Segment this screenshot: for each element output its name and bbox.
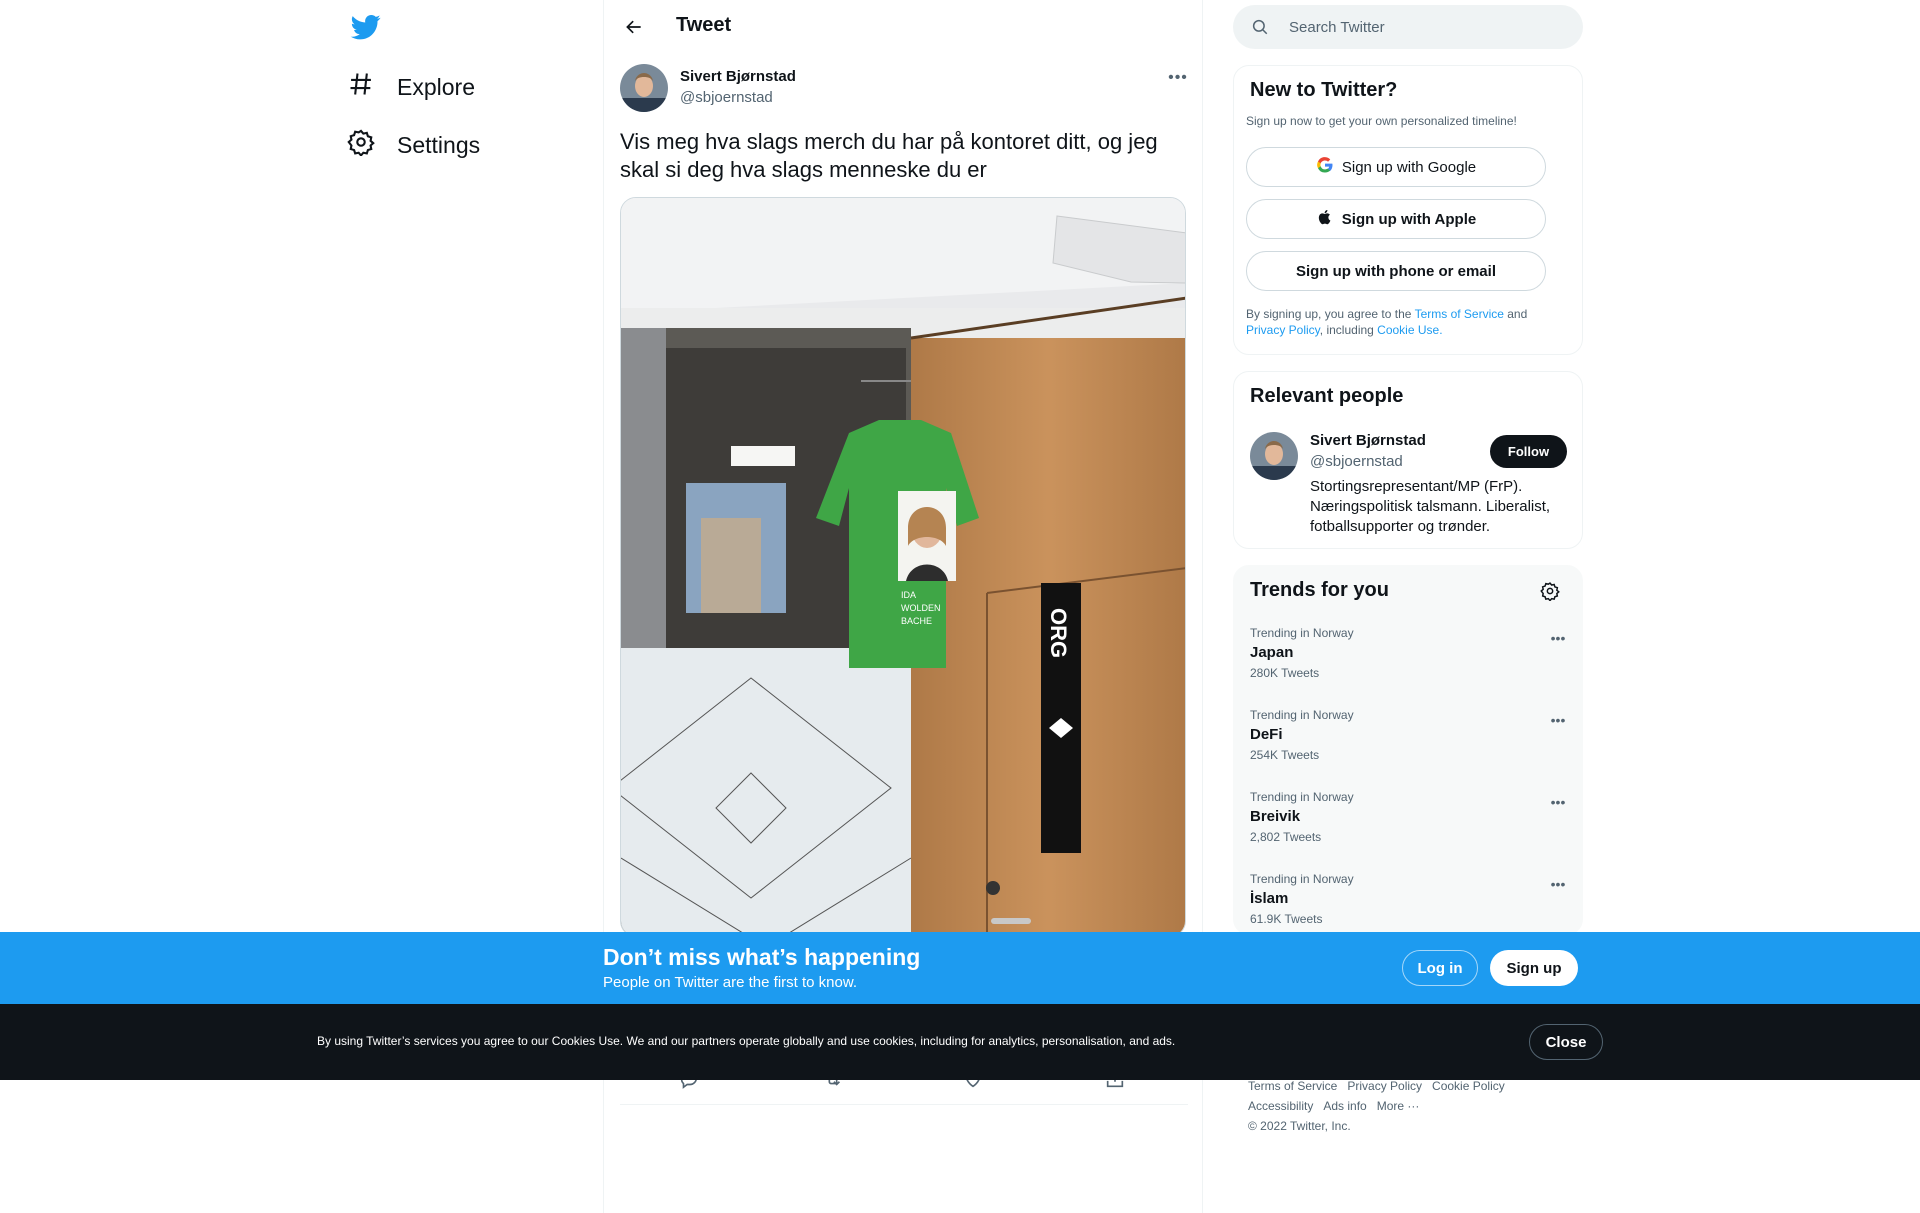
tweet-text: Vis meg hva slags merch du har på kontor… (620, 129, 1158, 182)
person-avatar[interactable] (1250, 432, 1298, 480)
relevant-people-card: Relevant people Sivert Bjørnstad @sbjoer… (1233, 371, 1583, 549)
author-avatar[interactable] (620, 64, 668, 112)
scarf-text: ORG (1046, 608, 1071, 658)
trend-name: DeFi (1250, 726, 1283, 743)
trend-context: Trending in Norway (1250, 708, 1354, 722)
shirt-text-2: WOLDEN (901, 603, 941, 613)
signup-apple-button[interactable]: Sign up with Apple (1246, 199, 1546, 239)
trends-card: Trends for you Trending in Norway Japan … (1233, 565, 1583, 935)
legal-and: and (1503, 307, 1528, 321)
person-bio: Stortingsrepresentant/MP (FrP). Næringsp… (1310, 478, 1551, 535)
trend-context: Trending in Norway (1250, 626, 1354, 640)
search-bar[interactable] (1233, 5, 1583, 49)
trend-name: İslam (1250, 890, 1289, 907)
search-icon (1251, 18, 1269, 36)
new-to-twitter-subtitle: Sign up now to get your own personalized… (1246, 114, 1517, 128)
more-options-icon[interactable]: ••• (1164, 66, 1192, 90)
banner-title: Don’t miss what’s happening (603, 944, 921, 970)
trend-count: 280K Tweets (1250, 666, 1320, 680)
footer-accessibility-link[interactable]: Accessibility (1248, 1099, 1313, 1113)
page-title: Tweet (676, 14, 732, 36)
person-handle[interactable]: @sbjoernstad (1310, 453, 1403, 470)
copyright: © 2022 Twitter, Inc. (1248, 1119, 1351, 1133)
signup-button[interactable]: Sign up (1490, 950, 1578, 986)
shirt-text-1: IDA (901, 590, 916, 600)
apple-icon (1316, 208, 1334, 230)
shirt-text-3: BACHE (901, 616, 932, 626)
signup-phone-label: Sign up with phone or email (1295, 262, 1496, 280)
legal-including: , including (1319, 323, 1378, 337)
new-to-twitter-title: New to Twitter? (1250, 79, 1398, 101)
footer-more-link[interactable]: More ··· (1377, 1099, 1420, 1113)
tweet-photo[interactable]: IDA WOLDEN BACHE ORG (620, 197, 1186, 937)
legal-prefix: By signing up, you agree to the (1246, 307, 1415, 321)
google-icon (1316, 156, 1334, 178)
office-photo-illustration: IDA WOLDEN BACHE ORG (621, 198, 1185, 936)
person-name[interactable]: Sivert Bjørnstad (1310, 432, 1426, 449)
signup-google-button[interactable]: Sign up with Google (1246, 147, 1546, 187)
cookie-close-button[interactable]: Close (1529, 1024, 1603, 1060)
author-handle[interactable]: @sbjoernstad (680, 89, 773, 106)
trend-name: Breivik (1250, 808, 1301, 825)
relevant-people-title: Relevant people (1250, 385, 1404, 407)
more-options-icon[interactable]: ••• (1546, 710, 1570, 730)
nav-explore[interactable]: Explore (347, 61, 475, 113)
trend-item[interactable]: Trending in Norway Breivik 2,802 Tweets … (1250, 790, 1570, 860)
login-button[interactable]: Log in (1402, 950, 1478, 986)
legal-text: By signing up, you agree to the Terms of… (1246, 306, 1566, 338)
author-name[interactable]: Sivert Bjørnstad (680, 68, 796, 85)
trends-settings-gear-icon[interactable] (1540, 581, 1564, 605)
trend-context: Trending in Norway (1250, 872, 1354, 886)
divider (620, 1104, 1188, 1105)
footer-cookie-link[interactable]: Cookie Policy (1432, 1079, 1505, 1093)
trend-item[interactable]: Trending in Norway Japan 280K Tweets ••• (1250, 626, 1570, 696)
nav-settings[interactable]: Settings (347, 119, 480, 171)
footer-ads-link[interactable]: Ads info (1323, 1099, 1366, 1113)
nav-explore-label: Explore (397, 73, 475, 100)
trend-name: Japan (1250, 644, 1294, 661)
footer-terms-link[interactable]: Terms of Service (1248, 1079, 1337, 1093)
terms-link[interactable]: Terms of Service (1415, 307, 1504, 321)
cookie-link[interactable]: Cookie Use. (1377, 323, 1442, 337)
privacy-link[interactable]: Privacy Policy (1246, 323, 1320, 337)
trend-count: 254K Tweets (1250, 748, 1320, 762)
signup-google-label: Sign up with Google (1341, 158, 1477, 176)
footer-links: Terms of Service Privacy Policy Cookie Pol… (1248, 1076, 1568, 1136)
hashtag-icon (347, 70, 375, 104)
more-options-icon[interactable]: ••• (1546, 874, 1570, 894)
more-options-icon[interactable]: ••• (1546, 792, 1570, 812)
trend-context: Trending in Norway (1250, 790, 1354, 804)
trend-count: 2,802 Tweets (1250, 830, 1322, 844)
follow-button[interactable]: Follow (1490, 435, 1567, 468)
signup-phone-button[interactable]: Sign up with phone or email (1246, 251, 1546, 291)
banner-subtitle: People on Twitter are the first to know. (603, 974, 858, 991)
more-options-icon[interactable]: ••• (1546, 628, 1570, 648)
trend-item[interactable]: Trending in Norway DeFi 254K Tweets ••• (1250, 708, 1570, 778)
tweet-header: Tweet (604, 0, 1204, 53)
signup-apple-label: Sign up with Apple (1341, 210, 1477, 228)
cookie-text: By using Twitter’s services you agree to… (317, 1034, 1176, 1048)
signup-banner (0, 932, 1920, 1004)
search-input[interactable] (1289, 5, 1559, 49)
trends-title: Trends for you (1250, 579, 1389, 601)
nav-settings-label: Settings (397, 131, 481, 158)
new-to-twitter-card: New to Twitter? Sign up now to get your … (1233, 65, 1583, 355)
footer-privacy-link[interactable]: Privacy Policy (1347, 1079, 1422, 1093)
twitter-logo-icon[interactable] (349, 12, 383, 42)
back-arrow-icon[interactable] (620, 13, 648, 41)
gear-icon (347, 128, 375, 162)
trend-count: 61.9K Tweets (1250, 912, 1323, 926)
